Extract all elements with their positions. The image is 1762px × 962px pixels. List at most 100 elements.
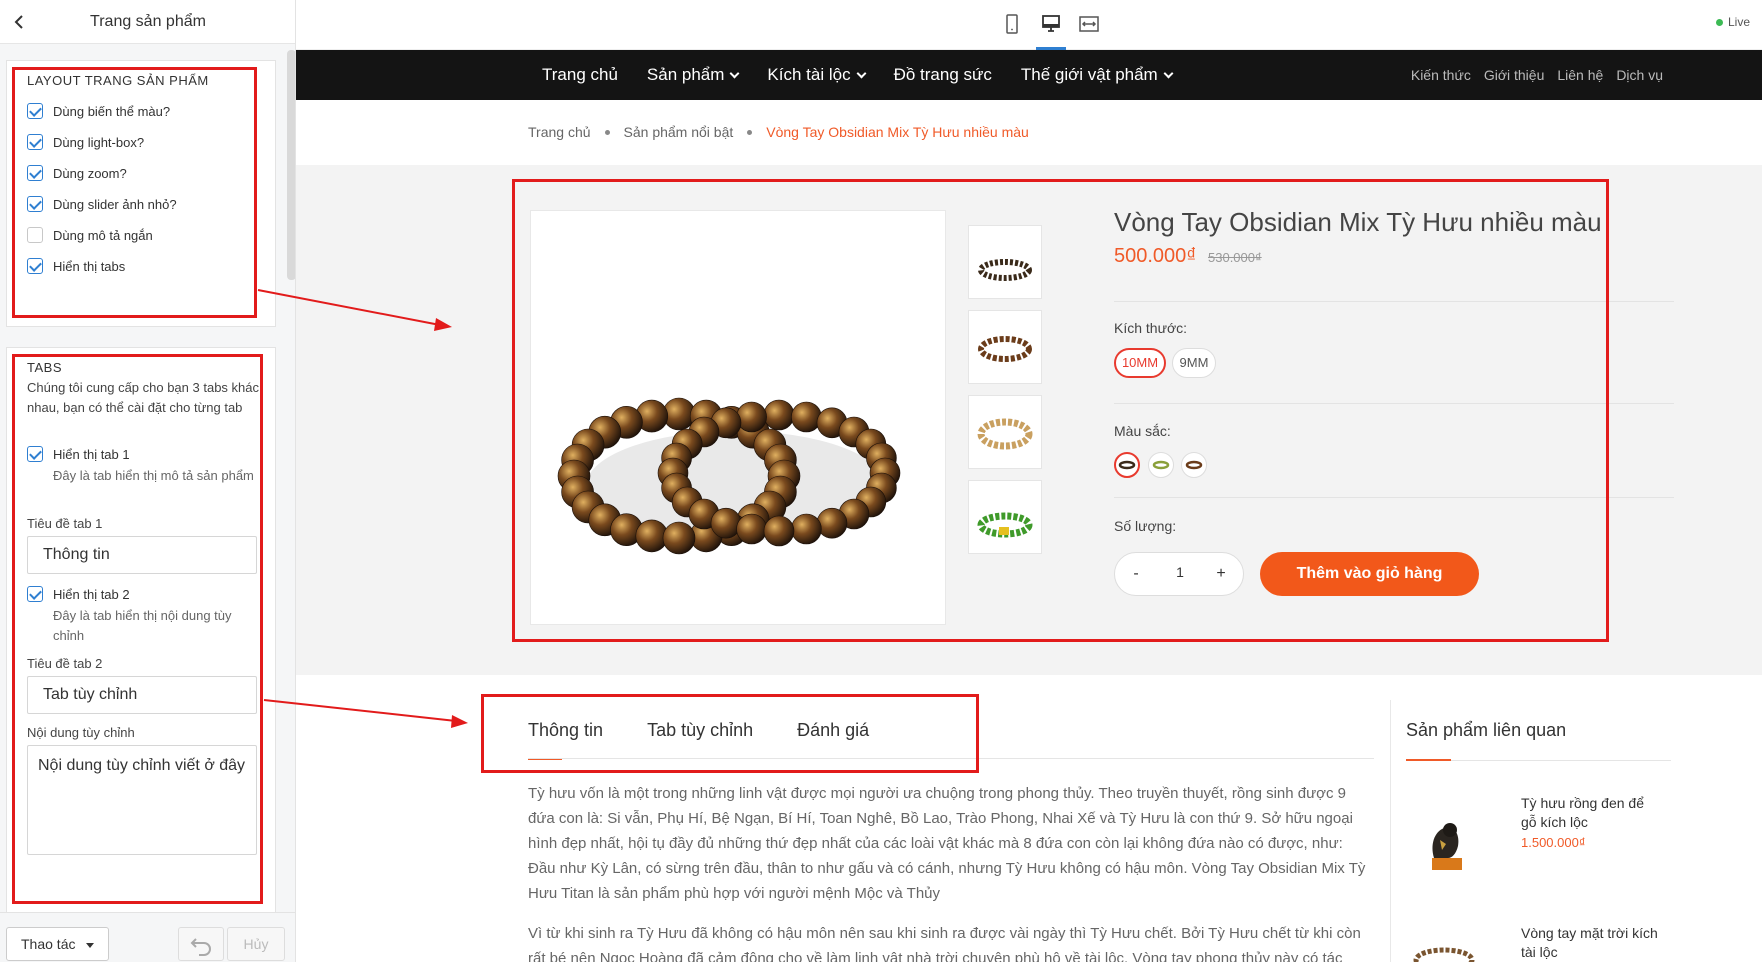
preview-toolbar: Live (296, 0, 1762, 50)
nav-services[interactable]: Dịch vụ (1616, 67, 1663, 83)
cancel-button[interactable]: Hủy (227, 927, 285, 961)
color-swatch-dark[interactable] (1114, 452, 1140, 478)
undo-button[interactable] (178, 927, 224, 961)
checkbox[interactable] (27, 134, 43, 150)
sidebar-title: Trang sản phẩm (90, 13, 206, 30)
tab1-title-input[interactable]: Thông tin (27, 536, 257, 574)
option-zoom[interactable]: Dùng zoom? (27, 165, 127, 181)
thumb-bracelet-brown-icon (978, 336, 1032, 362)
checkbox[interactable] (27, 258, 43, 274)
size-label: Kích thước: (1114, 320, 1188, 336)
site-navbar: Trang chủ Sản phẩm Kích tài lộc Đồ trang… (296, 50, 1762, 100)
color-swatch-green[interactable] (1148, 452, 1174, 478)
option-show-tab2[interactable]: Hiển thị tab 2 (27, 586, 130, 602)
layout-settings-card: LAYOUT TRANG SẢN PHẨM Dùng biến thể màu?… (6, 60, 276, 327)
secondary-nav: Kiến thức Giới thiệu Liên hệ Dịch vụ (1398, 50, 1663, 100)
tab-custom[interactable]: Tab tùy chỉnh (647, 720, 753, 741)
tabs-heading: TABS (27, 360, 62, 375)
color-swatch-brown[interactable] (1181, 452, 1207, 478)
option-lightbox[interactable]: Dùng light-box? (27, 134, 144, 150)
size-option-9mm[interactable]: 9MM (1172, 348, 1216, 378)
checkbox[interactable] (27, 227, 43, 243)
nav-home[interactable]: Trang chủ (542, 65, 618, 85)
divider (1114, 497, 1674, 498)
breadcrumb-category[interactable]: Sản phẩm nổi bật (624, 124, 734, 140)
nav-about[interactable]: Giới thiệu (1484, 67, 1545, 83)
checkbox[interactable] (27, 165, 43, 181)
bead (763, 399, 795, 431)
nav-world[interactable]: Thế giới vật phẩm (1021, 65, 1174, 85)
sidebar-scrollbar[interactable] (287, 50, 295, 280)
tab-info[interactable]: Thông tin (528, 720, 603, 760)
related-product-1-image[interactable] (1404, 800, 1484, 880)
breadcrumb: Trang chủ Sản phẩm nổi bật Vòng Tay Obsi… (528, 124, 1029, 140)
content-paragraph: Vì từ khi sinh ra Tỳ Hưu đã không có hậu… (528, 925, 1361, 962)
related-product-1-name[interactable]: Tỳ hưu rồng đen để gỗ kích lộc (1521, 794, 1661, 832)
tabs-settings-card: TABS Chúng tôi cung cấp cho bạn 3 tabs k… (6, 347, 276, 917)
mobile-view-icon[interactable] (1000, 12, 1024, 36)
tab1-title-label: Tiêu đề tab 1 (27, 516, 103, 531)
bead (662, 521, 696, 555)
checkbox[interactable] (27, 103, 43, 119)
custom-content-textarea[interactable]: Nội dung tùy chỉnh viết ở đây (27, 745, 257, 855)
option-show-tabs[interactable]: Hiển thị tabs (27, 258, 125, 274)
option-show-tab1[interactable]: Hiển thị tab 1 (27, 446, 130, 462)
live-dot-icon (1715, 18, 1723, 26)
size-option-10mm[interactable]: 10MM (1114, 348, 1166, 378)
desktop-view-icon[interactable] (1039, 12, 1063, 36)
checkbox[interactable] (27, 196, 43, 212)
thumb-bracelet-gold-icon (977, 418, 1033, 450)
nav-fortune[interactable]: Kích tài lộc (767, 65, 867, 85)
nav-products[interactable]: Sản phẩm (647, 65, 740, 85)
breadcrumb-home[interactable]: Trang chủ (528, 124, 591, 140)
content-paragraph: Tỳ hưu vốn là một trong những linh vật đ… (528, 785, 1366, 902)
live-status: Live (1715, 15, 1750, 29)
add-to-cart-button[interactable]: Thêm vào giỏ hàng (1260, 552, 1479, 596)
qty-plus-button[interactable]: + (1210, 563, 1232, 585)
sidebar-header: Trang sản phẩm (0, 0, 295, 44)
option-short-desc[interactable]: Dùng mô tả ngắn (27, 227, 153, 243)
bead (791, 513, 822, 545)
breadcrumb-separator (747, 129, 753, 135)
thumbnail-3[interactable] (968, 395, 1042, 469)
tab-reviews[interactable]: Đánh giá (797, 720, 869, 741)
qty-minus-button[interactable]: - (1125, 563, 1147, 585)
actions-dropdown[interactable]: Thao tác (6, 927, 109, 961)
nav-contact[interactable]: Liên hệ (1557, 67, 1603, 83)
bracelet-image (557, 397, 901, 555)
checkbox[interactable] (27, 446, 43, 462)
tab1-hint: Đây là tab hiển thị mô tả sản phẩm (53, 468, 254, 483)
product-section: Vòng Tay Obsidian Mix Tỳ Hưu nhiều màu 5… (296, 165, 1762, 675)
swatch-dark-icon (1118, 460, 1136, 470)
product-tabs: Thông tin Tab tùy chỉnh Đánh giá (528, 720, 913, 760)
nav-jewelry[interactable]: Đồ trang sức (894, 65, 992, 85)
fullwidth-view-icon[interactable] (1077, 12, 1101, 36)
qty-value[interactable]: 1 (1165, 564, 1195, 580)
related-product-2-name[interactable]: Vòng tay mặt trời kích tài lộc (1521, 924, 1661, 962)
product-old-price: 530.000₫ (1208, 250, 1262, 265)
bead (710, 507, 742, 539)
option-thumb-slider[interactable]: Dùng slider ảnh nhỏ? (27, 196, 177, 212)
thumbnail-2[interactable] (968, 310, 1042, 384)
color-label: Màu sắc: (1114, 423, 1171, 439)
tab2-title-input[interactable]: Tab tùy chỉnh (27, 676, 257, 714)
caret-down-icon (86, 943, 94, 948)
thumbnail-4[interactable] (968, 480, 1042, 554)
related-product-1-price: 1.500.000₫ (1521, 835, 1586, 850)
swatch-green-icon (1152, 460, 1170, 470)
related-divider (1390, 700, 1391, 962)
chevron-down-icon (1163, 68, 1174, 78)
related-title: Sản phẩm liên quan (1406, 720, 1567, 740)
custom-content-label: Nội dung tùy chỉnh (27, 725, 135, 740)
thumb-bracelet-green-icon (977, 512, 1033, 538)
option-color-variant[interactable]: Dùng biến thể màu? (27, 103, 170, 119)
editor-screen: Trang sản phẩm LAYOUT TRANG SẢN PHẨM Dùn… (0, 0, 1762, 962)
thumbnail-1[interactable] (968, 225, 1042, 299)
nav-knowledge[interactable]: Kiến thức (1411, 67, 1471, 83)
related-product-2-image[interactable] (1404, 920, 1484, 962)
bead (791, 401, 822, 433)
product-main-image[interactable] (530, 210, 946, 625)
checkbox[interactable] (27, 586, 43, 602)
divider (1114, 403, 1674, 404)
quantity-stepper: - 1 + (1114, 552, 1244, 596)
